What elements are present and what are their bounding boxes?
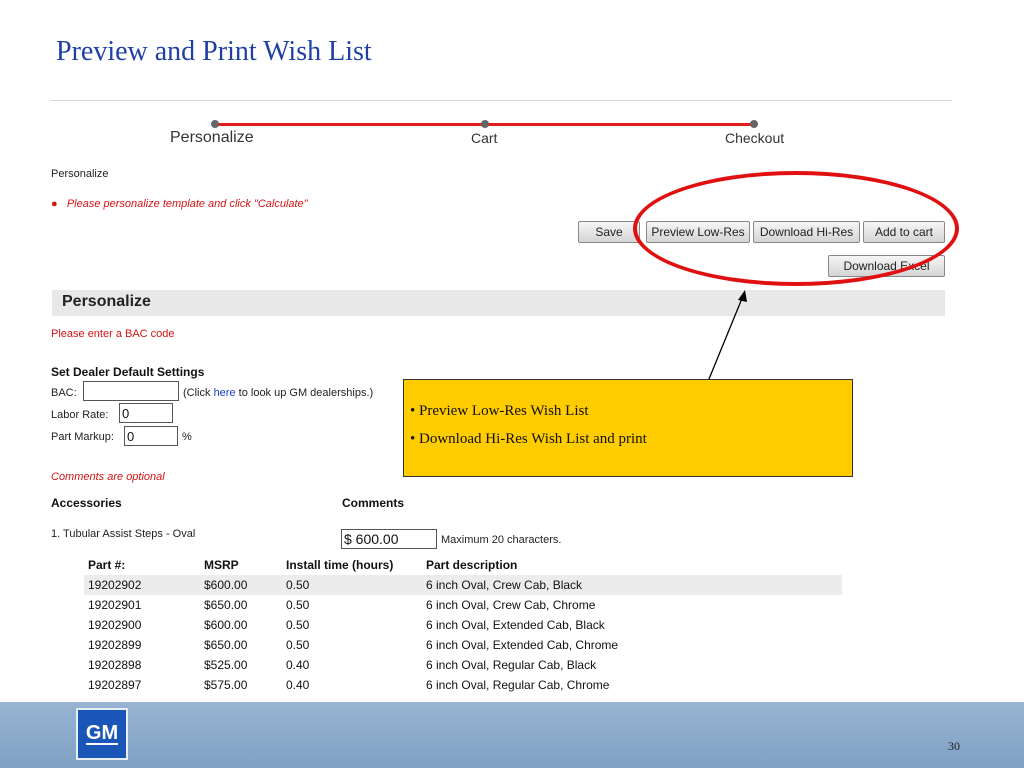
personalize-header: Personalize — [51, 168, 109, 180]
bac-label: BAC: — [51, 387, 77, 399]
gm-logo-text: GM — [85, 722, 119, 745]
header-part-description: Part description — [426, 558, 518, 572]
cell-part-number: 19202899 — [88, 638, 142, 652]
callout-box: • Preview Low-Res Wish List • Download H… — [403, 379, 853, 477]
percent-sign: % — [182, 431, 192, 443]
cell-part-number: 19202898 — [88, 658, 142, 672]
instruction-row: ● Please personalize template and click … — [51, 194, 308, 212]
progress-line-2 — [485, 123, 755, 126]
cell-msrp: $600.00 — [204, 618, 248, 632]
cell-install-time: 0.50 — [286, 618, 310, 632]
lookup-prefix: (Click — [183, 387, 214, 399]
part-markup-label: Part Markup: — [51, 431, 114, 443]
table-row[interactable]: 19202899 $650.00 0.50 6 inch Oval, Exten… — [84, 635, 842, 655]
personalize-section-header: Personalize — [52, 290, 945, 316]
section-title: Personalize — [62, 293, 151, 310]
progress-dot-checkout — [750, 120, 758, 128]
cell-msrp: $600.00 — [200, 575, 282, 595]
slide-footer — [0, 702, 1024, 768]
callout-line-1: • Preview Low-Res Wish List — [410, 403, 589, 419]
step-checkout[interactable]: Checkout — [725, 130, 784, 146]
slide-title: Preview and Print Wish List — [56, 36, 372, 67]
labor-rate-label: Labor Rate: — [51, 409, 109, 421]
instruction-text: Please personalize template and click "C… — [66, 198, 308, 210]
table-header-row: Part #: MSRP Install time (hours) Part d… — [84, 555, 842, 575]
cell-description: 6 inch Oval, Extended Cab, Chrome — [426, 638, 619, 652]
cell-install-time: 0.40 — [286, 678, 310, 692]
cell-msrp: $575.00 — [204, 678, 248, 692]
lookup-suffix: to look up GM dealerships.) — [235, 387, 374, 399]
table-row[interactable]: 19202897 $575.00 0.40 6 inch Oval, Regul… — [84, 675, 842, 695]
cell-msrp: $650.00 — [204, 598, 248, 612]
cell-part-number: 19202902 — [84, 575, 200, 595]
cell-install-time: 0.50 — [286, 638, 310, 652]
table-row[interactable]: 19202902 $600.00 0.50 6 inch Oval, Crew … — [84, 575, 842, 595]
accessory-item-label: 1. Tubular Assist Steps - Oval — [51, 528, 196, 540]
header-part-number: Part #: — [88, 558, 126, 572]
cell-description: 6 inch Oval, Crew Cab, Black — [422, 575, 842, 595]
lookup-text: (Click here to look up GM dealerships.) — [183, 387, 373, 399]
cell-part-number: 19202900 — [88, 618, 142, 632]
cell-part-number: 19202901 — [88, 598, 142, 612]
bullet-icon: ● — [51, 198, 67, 210]
progress-dot-cart — [481, 120, 489, 128]
part-markup-input[interactable] — [124, 426, 178, 446]
progress-dot-personalize — [211, 120, 219, 128]
cell-install-time: 0.40 — [286, 658, 310, 672]
cell-description: 6 inch Oval, Regular Cab, Chrome — [426, 678, 610, 692]
table-row[interactable]: 19202900 $600.00 0.50 6 inch Oval, Exten… — [84, 615, 842, 635]
step-cart[interactable]: Cart — [471, 130, 497, 146]
cell-description: 6 inch Oval, Extended Cab, Black — [426, 618, 605, 632]
gm-logo: GM — [76, 708, 128, 760]
lookup-link[interactable]: here — [214, 387, 236, 399]
accessories-heading: Accessories — [51, 496, 122, 510]
max-characters-note: Maximum 20 characters. — [441, 534, 562, 546]
dealer-settings-heading: Set Dealer Default Settings — [51, 365, 205, 379]
header-msrp: MSRP — [204, 558, 239, 572]
labor-rate-input[interactable] — [119, 403, 173, 423]
bac-input[interactable] — [83, 381, 179, 401]
header-install-time: Install time (hours) — [286, 558, 394, 572]
parts-table: Part #: MSRP Install time (hours) Part d… — [84, 555, 842, 695]
comment-input[interactable] — [341, 529, 437, 549]
comments-heading: Comments — [342, 496, 405, 510]
step-personalize[interactable]: Personalize — [170, 129, 254, 147]
callout-line-2: • Download Hi-Res Wish List and print — [410, 431, 647, 447]
page-number: 30 — [948, 739, 960, 753]
cell-install-time: 0.50 — [286, 598, 310, 612]
comments-note: Comments are optional — [51, 471, 165, 483]
cell-msrp: $525.00 — [204, 658, 248, 672]
highlight-oval — [633, 171, 959, 286]
save-button[interactable]: Save — [578, 221, 640, 243]
cell-description: 6 inch Oval, Regular Cab, Black — [426, 658, 597, 672]
table-row[interactable]: 19202901 $650.00 0.50 6 inch Oval, Crew … — [84, 595, 842, 615]
cell-install-time: 0.50 — [282, 575, 422, 595]
cell-description: 6 inch Oval, Crew Cab, Chrome — [426, 598, 596, 612]
title-divider — [50, 100, 952, 101]
cell-msrp: $650.00 — [204, 638, 248, 652]
progress-line-1 — [215, 123, 485, 126]
bac-warning: Please enter a BAC code — [51, 328, 175, 340]
table-row[interactable]: 19202898 $525.00 0.40 6 inch Oval, Regul… — [84, 655, 842, 675]
cell-part-number: 19202897 — [88, 678, 142, 692]
